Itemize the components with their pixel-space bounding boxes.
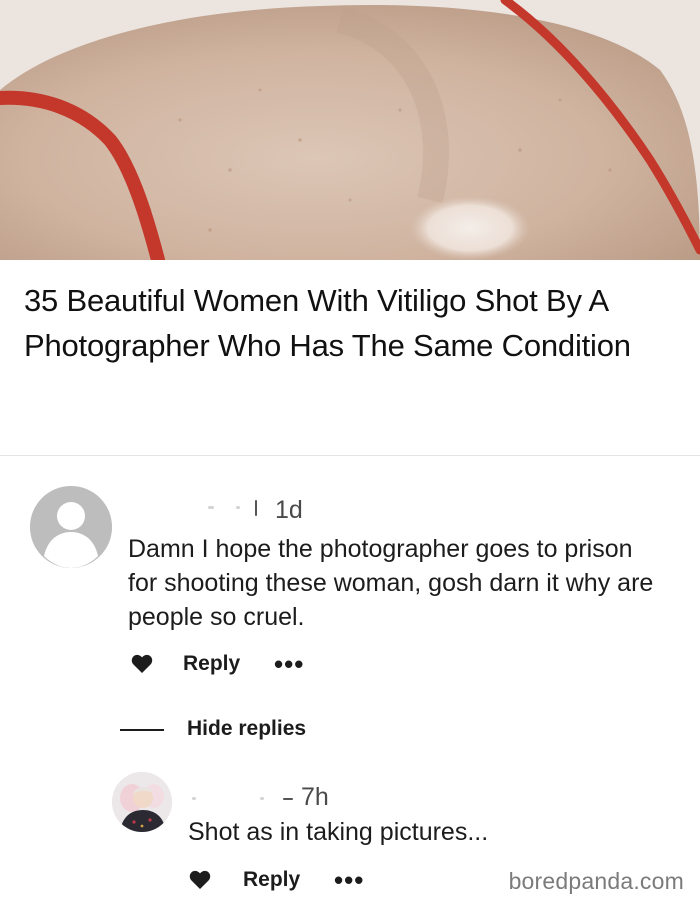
article-card[interactable]: 35 Beautiful Women With Vitiligo Shot By… bbox=[0, 260, 700, 456]
more-options-button[interactable]: ••• bbox=[274, 651, 304, 677]
default-user-icon bbox=[30, 486, 112, 568]
comment-text: Damn I hope the photographer goes to pri… bbox=[128, 535, 654, 631]
redacted-username bbox=[255, 500, 257, 516]
hide-replies-button[interactable]: Hide replies bbox=[187, 716, 306, 742]
reply-button[interactable]: Reply bbox=[243, 867, 300, 893]
reply-timestamp: 7h bbox=[301, 783, 329, 811]
article-hero-image[interactable] bbox=[0, 0, 700, 260]
comment-timestamp: 1d bbox=[275, 496, 303, 524]
redacted-username bbox=[283, 798, 293, 800]
shoulder-photo bbox=[0, 0, 700, 260]
avatar[interactable] bbox=[112, 772, 172, 832]
heart-icon[interactable] bbox=[189, 870, 211, 890]
redacted-username bbox=[208, 506, 214, 509]
user-photo-icon bbox=[112, 772, 172, 832]
thread-line bbox=[120, 729, 164, 731]
reply-button[interactable]: Reply bbox=[183, 651, 240, 677]
reply-text: Shot as in taking pictures... bbox=[188, 818, 489, 846]
redacted-username bbox=[236, 506, 240, 509]
more-options-button[interactable]: ••• bbox=[334, 867, 364, 893]
redacted-username bbox=[192, 797, 196, 800]
source-watermark: boredpanda.com bbox=[508, 868, 684, 894]
redacted-username bbox=[260, 797, 264, 800]
heart-icon[interactable] bbox=[131, 654, 153, 674]
article-title[interactable]: 35 Beautiful Women With Vitiligo Shot By… bbox=[24, 278, 674, 368]
avatar[interactable] bbox=[30, 486, 112, 568]
